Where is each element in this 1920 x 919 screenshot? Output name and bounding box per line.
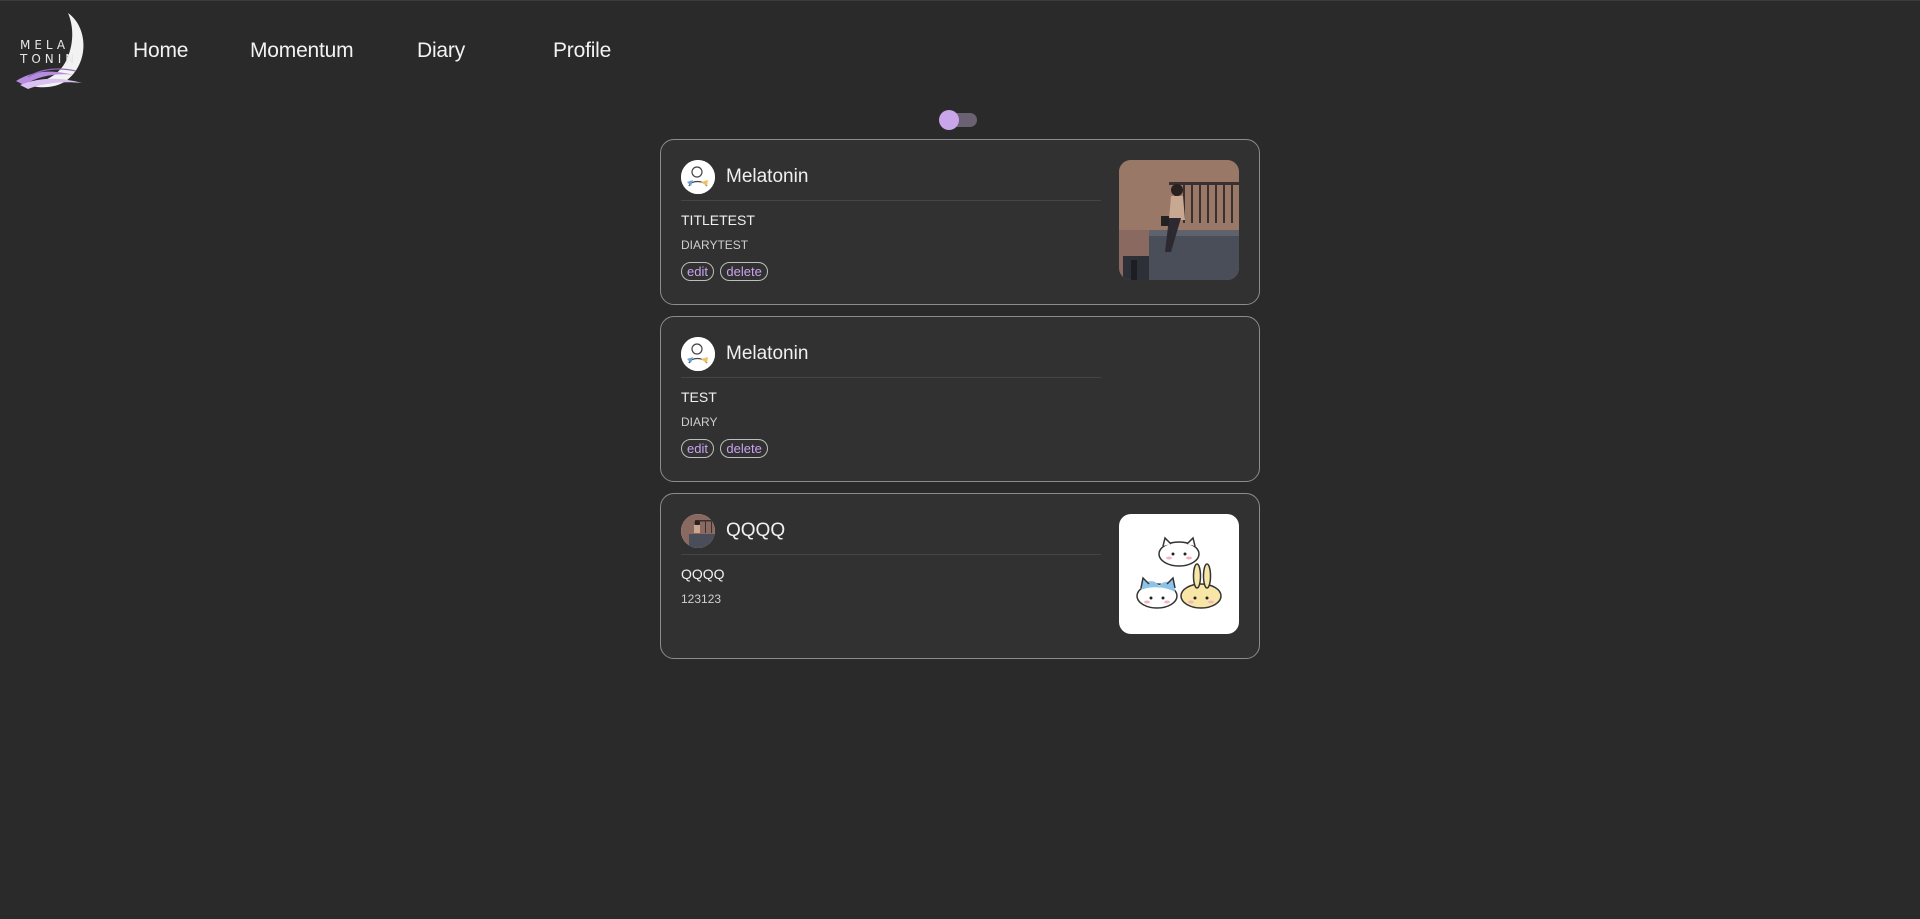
svg-text:TONIN: TONIN bbox=[19, 52, 78, 66]
page: MELA TONIN Home Momentum Diary Profile M… bbox=[0, 0, 1920, 919]
post-body: DIARY bbox=[681, 415, 718, 429]
diary-card: Melatonin TEST DIARY edit delete bbox=[660, 316, 1260, 482]
edit-button[interactable]: edit bbox=[681, 262, 714, 281]
cute-animals-illustration[interactable] bbox=[1119, 514, 1239, 634]
post-body: DIARYTEST bbox=[681, 238, 749, 252]
post-title: TEST bbox=[681, 389, 717, 405]
diary-card: Melatonin TITLETEST DIARYTEST edit delet… bbox=[660, 139, 1260, 305]
nav-momentum[interactable]: Momentum bbox=[250, 39, 354, 63]
doodle-avatar-icon[interactable] bbox=[681, 337, 715, 371]
crescent-logo-icon: MELA TONIN bbox=[16, 13, 84, 89]
nav-diary[interactable]: Diary bbox=[417, 39, 465, 63]
nav-home[interactable]: Home bbox=[133, 39, 188, 63]
post-body: 123123 bbox=[681, 592, 722, 606]
doodle-avatar-icon[interactable] bbox=[681, 160, 715, 194]
author-name[interactable]: Melatonin bbox=[726, 343, 808, 365]
theme-toggle[interactable] bbox=[939, 110, 979, 130]
delete-button[interactable]: delete bbox=[720, 262, 768, 281]
svg-text:MELA: MELA bbox=[20, 38, 69, 52]
post-actions: edit delete bbox=[681, 439, 770, 458]
diary-card: QQQQ QQQQ 123123 bbox=[660, 493, 1260, 659]
nav-profile[interactable]: Profile bbox=[553, 39, 611, 63]
balcony-avatar-icon[interactable] bbox=[681, 514, 715, 548]
author-name[interactable]: Melatonin bbox=[726, 166, 808, 188]
card-header: Melatonin bbox=[681, 160, 1101, 201]
post-title: QQQQ bbox=[681, 566, 725, 582]
delete-button[interactable]: delete bbox=[720, 439, 768, 458]
diary-feed: Melatonin TITLETEST DIARYTEST edit delet… bbox=[660, 139, 1260, 670]
card-header: Melatonin bbox=[681, 337, 1101, 378]
post-title: TITLETEST bbox=[681, 212, 755, 228]
melatonin-logo[interactable]: MELA TONIN bbox=[10, 11, 92, 91]
edit-button[interactable]: edit bbox=[681, 439, 714, 458]
top-nav: MELA TONIN Home Momentum Diary Profile bbox=[0, 1, 700, 101]
author-name[interactable]: QQQQ bbox=[726, 520, 785, 542]
toggle-knob bbox=[939, 110, 959, 130]
card-header: QQQQ bbox=[681, 514, 1101, 555]
post-actions: edit delete bbox=[681, 262, 770, 281]
balcony-illustration[interactable] bbox=[1119, 160, 1239, 280]
